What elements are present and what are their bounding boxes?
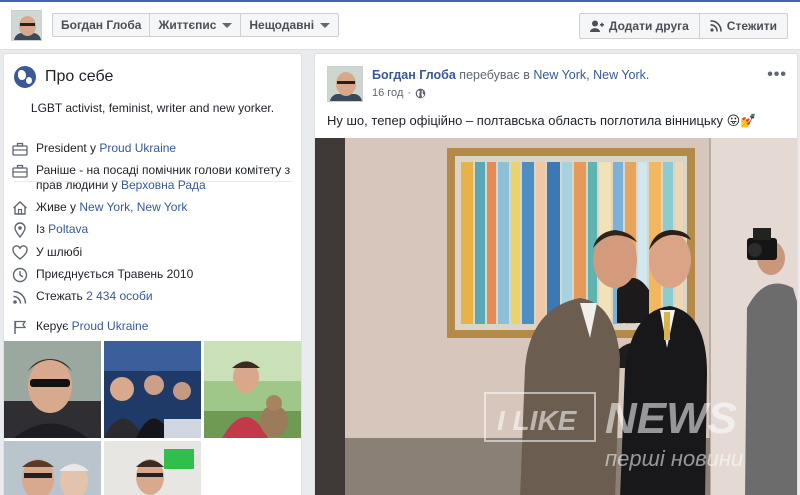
followers-link[interactable]: 2 434 особи bbox=[86, 289, 152, 303]
flag-icon bbox=[14, 320, 27, 334]
relationship-row: У шлюбі bbox=[12, 245, 292, 261]
post-meta: 16 год · bbox=[372, 87, 426, 99]
home-icon bbox=[13, 201, 27, 215]
separator-dot: · bbox=[407, 87, 412, 99]
svg-text:NEWS: NEWS bbox=[605, 394, 737, 443]
svg-text:I LIKE: I LIKE bbox=[497, 405, 578, 436]
work-previous-text-2: прав людини у bbox=[36, 178, 121, 192]
chevron-down-icon bbox=[222, 22, 233, 28]
follow-label: Стежити bbox=[726, 19, 777, 33]
top-accent-line bbox=[0, 0, 800, 2]
timeline-label: Життєпис bbox=[158, 18, 217, 32]
follow-button[interactable]: Стежити bbox=[700, 14, 787, 38]
post-author-avatar[interactable] bbox=[327, 66, 363, 102]
intro-header: Про себе bbox=[14, 66, 113, 88]
from-text: Із bbox=[36, 222, 49, 236]
work-previous-row: Раніше - на посаді помічник голови коміт… bbox=[12, 163, 292, 193]
photo-thumbnail[interactable] bbox=[4, 441, 101, 495]
profile-name: Богдан Глоба bbox=[61, 18, 142, 32]
work-current-text: President у bbox=[36, 141, 100, 155]
intro-card: Про себе LGBT activist, feminist, writer… bbox=[3, 53, 302, 495]
manages-text: Керує bbox=[36, 319, 72, 333]
intro-title: Про себе bbox=[45, 68, 114, 85]
work-current-link[interactable]: Proud Ukraine bbox=[99, 141, 176, 155]
profile-actions: Додати друга Стежити bbox=[578, 13, 788, 39]
recent-label: Нещодавні bbox=[249, 18, 315, 32]
work-previous-link[interactable]: Верховна Рада bbox=[121, 178, 206, 192]
post-timestamp[interactable]: 16 год bbox=[372, 87, 403, 99]
joined-row: Приєднується Травень 2010 bbox=[12, 267, 292, 283]
followers-row: Стежать 2 434 особи bbox=[12, 289, 292, 305]
post-author-link[interactable]: Богдан Глоба bbox=[372, 68, 456, 82]
lives-link[interactable]: New York, New York bbox=[79, 200, 187, 214]
public-globe-icon[interactable] bbox=[415, 88, 426, 99]
joined-text: Приєднується Травень 2010 bbox=[36, 267, 194, 281]
wedding-kiss-photo: I LIKE NEWS перші новини bbox=[315, 138, 797, 495]
profile-top-bar: Богдан Глоба Життєпис Нещодавні Додати д… bbox=[0, 0, 800, 50]
clock-icon bbox=[12, 267, 28, 283]
photo-thumbnail[interactable] bbox=[104, 341, 201, 438]
post-options-button[interactable]: ••• bbox=[767, 66, 787, 84]
photo-thumbnail[interactable] bbox=[104, 441, 201, 495]
rss-icon bbox=[13, 290, 27, 304]
location-pin-icon bbox=[14, 222, 26, 238]
post-text: Ну шо, тепер офіційно – полтавська облас… bbox=[327, 113, 757, 128]
add-friend-button[interactable]: Додати друга bbox=[580, 14, 700, 38]
post-location-link[interactable]: New York, New York. bbox=[533, 68, 649, 82]
followers-text: Стежать bbox=[36, 289, 87, 303]
add-friend-label: Додати друга bbox=[608, 19, 689, 33]
profile-thumbnail[interactable] bbox=[11, 10, 42, 41]
profile-name-link[interactable]: Богдан Глоба bbox=[53, 14, 151, 36]
intro-bio: LGBT activist, feminist, writer and new … bbox=[30, 101, 275, 115]
timeline-dropdown[interactable]: Життєпис bbox=[150, 14, 242, 36]
post-photo[interactable]: I LIKE NEWS перші новини bbox=[315, 138, 797, 495]
relationship-text: У шлюбі bbox=[36, 245, 83, 259]
manages-link[interactable]: Proud Ukraine bbox=[72, 319, 149, 333]
svg-text:перші новини: перші новини bbox=[605, 446, 743, 471]
briefcase-icon bbox=[12, 142, 28, 156]
globe-icon bbox=[14, 66, 36, 88]
add-friend-icon bbox=[589, 20, 604, 32]
heart-icon bbox=[12, 245, 28, 260]
rss-icon bbox=[710, 20, 722, 32]
lives-row: Живе у New York, New York bbox=[12, 200, 292, 216]
recent-dropdown[interactable]: Нещодавні bbox=[241, 14, 338, 36]
chevron-down-icon bbox=[320, 22, 331, 28]
manages-row: Керує Proud Ukraine bbox=[12, 319, 292, 335]
profile-navigation: Богдан Глоба Життєпис Нещодавні bbox=[52, 13, 340, 37]
photo-thumbnail[interactable] bbox=[204, 341, 301, 438]
from-link[interactable]: Poltava bbox=[48, 222, 88, 236]
lives-text: Живе у bbox=[36, 200, 80, 214]
post-location-prefix: перебуває в bbox=[459, 68, 530, 82]
post-header: Богдан Глоба перебуває в New York, New Y… bbox=[372, 68, 649, 82]
photo-thumbnail[interactable] bbox=[4, 341, 101, 438]
work-current-row: President у Proud Ukraine bbox=[12, 141, 292, 157]
briefcase-icon bbox=[12, 164, 28, 178]
work-previous-text: Раніше - на посаді помічник голови коміт… bbox=[36, 163, 291, 177]
from-row: Із Poltava bbox=[12, 222, 292, 238]
post-card: Богдан Глоба перебуває в New York, New Y… bbox=[314, 53, 798, 495]
